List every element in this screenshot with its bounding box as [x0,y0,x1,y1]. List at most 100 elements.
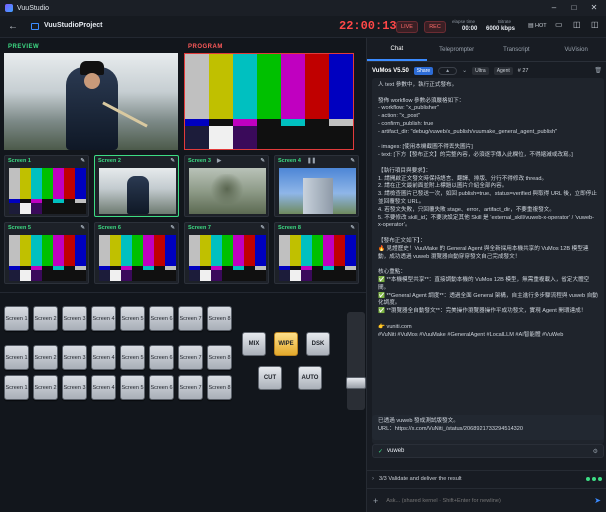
screen-4-thumbnail [279,168,356,214]
tbar-handle[interactable] [346,377,366,389]
screen-6-thumbnail [99,235,176,281]
cast-icon[interactable]: ▭ [555,20,563,29]
screen-8-thumbnail [279,235,356,281]
switcher-button-r2-c3[interactable]: Screen 3 [62,345,87,370]
switcher-button-r2-c2[interactable]: Screen 2 [33,345,58,370]
layout-icon[interactable]: ◫ [573,20,581,29]
screen-5-thumbnail [9,235,86,281]
switcher-button-r2-c4[interactable]: Screen 4 [91,345,116,370]
switcher-button-r2-c6[interactable]: Screen 6 [149,345,174,370]
close-icon[interactable]: ✕ [588,3,600,13]
model-select[interactable]: Ultra [472,66,489,75]
edit-icon[interactable]: ✎ [170,225,175,231]
switcher-button-r3-c4[interactable]: Screen 4 [91,375,116,400]
screen-7-tile[interactable]: Screen 7 ✎ [184,222,269,284]
step-status[interactable]: › 3/3 Validate and deliver the result [367,470,606,486]
cut-button[interactable]: CUT [258,366,282,390]
tool-call-row[interactable]: ✓ vuweb ⚙ [372,444,604,458]
send-icon[interactable]: ➤ [594,496,601,505]
elapsed-label: elapse time [452,19,476,24]
screen-4-tile[interactable]: Screen 4 ❚❚ ✎ [274,155,359,217]
switcher-button-r1-c5[interactable]: Screen 5 [120,306,145,331]
screen-3-label: Screen 3 [188,158,211,164]
edit-icon[interactable]: ✎ [350,225,355,231]
switcher-button-r2-c8[interactable]: Screen 8 [207,345,232,370]
live-button[interactable]: LIVE [396,21,418,33]
divider [0,292,366,293]
program-monitor[interactable] [184,53,354,150]
chat-tabs: Chat Teleprompter Transcript VuVision [367,38,606,62]
switcher-button-r1-c8[interactable]: Screen 8 [207,306,232,331]
progress-dots [586,476,602,481]
project-name[interactable]: VuuStudioProject [44,22,102,29]
switcher-button-r1-c2[interactable]: Screen 2 [33,306,58,331]
mix-button[interactable]: MIX [242,332,266,356]
switcher-button-r1-c6[interactable]: Screen 6 [149,306,174,331]
back-arrow-icon[interactable]: ← [8,21,18,32]
switcher-button-r2-c7[interactable]: Screen 7 [178,345,203,370]
rec-button[interactable]: REC [424,21,446,33]
share-button[interactable]: Share [413,66,434,75]
switcher-button-r3-c8[interactable]: Screen 8 [207,375,232,400]
screen-1-tile[interactable]: Screen 1 ✎ [4,155,89,217]
sidebar-toggle-icon[interactable]: ◫ [591,20,599,29]
chat-version: VuMos V5.50 [372,67,409,74]
hot-icon[interactable]: ▤ [528,22,534,29]
chat-up-icon[interactable]: ▲ [438,66,458,75]
switcher-button-r1-c4[interactable]: Screen 4 [91,306,116,331]
screen-5-label: Screen 5 [8,225,31,231]
pause-icon[interactable]: ❚❚ [307,158,316,164]
preview-monitor[interactable] [4,53,178,150]
edit-icon[interactable]: ✎ [80,225,85,231]
switcher-button-r3-c1[interactable]: Screen 1 [4,375,29,400]
add-icon[interactable]: + [373,496,378,506]
edit-icon[interactable]: ✎ [80,158,85,164]
chat-toolbar: VuMos V5.50 Share ▲ ⌄ Ultra Agent # 27 🗑 [367,63,606,78]
chevron-down-icon[interactable]: ⌄ [96,22,101,29]
step-text: 3/3 Validate and deliver the result [379,475,462,482]
screen-2-tile[interactable]: Screen 2 ✎ [94,155,179,217]
settings-icon[interactable]: ⚙ [593,448,598,455]
switcher-button-r3-c6[interactable]: Screen 6 [149,375,174,400]
maximize-icon[interactable]: □ [568,3,580,13]
switcher-button-r3-c2[interactable]: Screen 2 [33,375,58,400]
switcher-button-r2-c1[interactable]: Screen 1 [4,345,29,370]
wipe-button[interactable]: WIPE [274,332,298,356]
tab-teleprompter[interactable]: Teleprompter [427,38,487,61]
chat-dropdown-icon[interactable]: ⌄ [462,67,467,74]
switcher-button-r3-c3[interactable]: Screen 3 [62,375,87,400]
screen-2-thumbnail [99,168,176,214]
edit-icon[interactable]: ✎ [170,158,175,164]
tab-chat[interactable]: Chat [367,38,427,61]
hot-label[interactable]: HOT [535,23,547,29]
trash-icon[interactable]: 🗑 [594,67,602,74]
screen-8-tile[interactable]: Screen 8 ✎ [274,222,359,284]
thumbnail-building [303,178,333,214]
edit-icon[interactable]: ✎ [260,158,265,164]
program-label: PROGRAM [188,44,223,50]
app-title: VuuStudio [17,4,50,12]
tab-transcript[interactable]: Transcript [487,38,547,61]
edit-icon[interactable]: ✎ [350,158,355,164]
switcher-button-r2-c5[interactable]: Screen 5 [120,345,145,370]
screen-3-tile[interactable]: Screen 3 ▶ ✎ [184,155,269,217]
switcher-button-r3-c7[interactable]: Screen 7 [178,375,203,400]
switcher-button-r1-c1[interactable]: Screen 1 [4,306,29,331]
switcher-button-r1-c3[interactable]: Screen 3 [62,306,87,331]
chat-input[interactable] [386,497,595,504]
auto-button[interactable]: AUTO [298,366,322,390]
switcher-button-r3-c5[interactable]: Screen 5 [120,375,145,400]
message-text: 人 text 參數中，執行正式發布。 發佈 workflow 參數必須嚴格如下：… [378,82,598,338]
play-icon[interactable]: ▶ [217,158,221,164]
conversation-number: # 27 [517,67,529,74]
dsk-button[interactable]: DSK [306,332,330,356]
tab-vuvision[interactable]: VuVision [546,38,606,61]
preview-label: PREVIEW [8,44,40,50]
reply-card: 已透過 vuweb 發成測試版發文。 URL：https://x.com/VuN… [372,415,604,440]
screen-5-tile[interactable]: Screen 5 ✎ [4,222,89,284]
switcher-button-r1-c7[interactable]: Screen 7 [178,306,203,331]
minimize-icon[interactable]: – [548,3,560,13]
edit-icon[interactable]: ✎ [260,225,265,231]
screen-6-tile[interactable]: Screen 6 ✎ [94,222,179,284]
mode-select[interactable]: Agent [493,66,513,75]
